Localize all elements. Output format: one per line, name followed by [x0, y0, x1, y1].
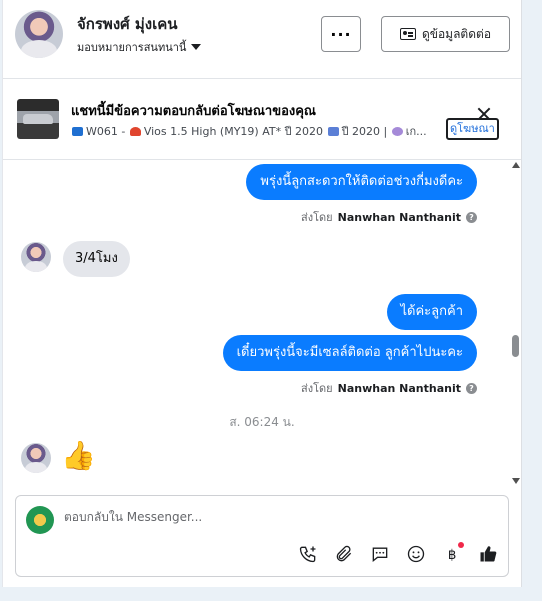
- call-add-icon[interactable]: [296, 542, 320, 566]
- view-ad-link[interactable]: ดูโฆษณา: [446, 118, 499, 140]
- outgoing-message[interactable]: เดี๋ยวพรุ่งนี้จะมีเซลล์ติดต่อ ลูกค้าไปนะ…: [222, 335, 477, 371]
- attach-icon[interactable]: [332, 542, 356, 566]
- thumbs-up-message[interactable]: 👍: [61, 439, 96, 472]
- ad-desc-model: Vios 1.5 High (MY19) AT* ปี 2020: [143, 125, 324, 138]
- notification-dot: [458, 542, 464, 548]
- more-options-button[interactable]: ···: [321, 16, 361, 52]
- gear-icon: [391, 127, 403, 136]
- page-avatar: [26, 506, 54, 534]
- emoji-icon[interactable]: [404, 542, 428, 566]
- more-label: ···: [330, 24, 352, 44]
- conversation-panel: จักรพงศ์ มุ่งเคน มอบหมายการสนทนานี้ ··· …: [2, 0, 522, 587]
- svg-text:฿: ฿: [448, 548, 456, 563]
- saved-reply-icon[interactable]: [368, 542, 392, 566]
- help-icon[interactable]: ?: [466, 211, 477, 223]
- outgoing-message[interactable]: พรุ่งนี้ลูกสะดวกให้ติดต่อช่วงกี่มงดีคะ: [246, 164, 477, 200]
- scroll-up-icon[interactable]: [512, 162, 520, 168]
- view-contact-button[interactable]: ดูข้อมูลติดต่อ: [381, 16, 510, 52]
- assign-conversation-dropdown[interactable]: มอบหมายการสนทนานี้: [77, 38, 202, 56]
- view-contact-label: ดูข้อมูลติดต่อ: [421, 26, 492, 41]
- sent-by-label: ส่งโดย Nanwhan Nanthanit ?: [301, 379, 477, 397]
- sent-by-label: ส่งโดย Nanwhan Nanthanit ?: [301, 208, 477, 226]
- caret-down-icon: [191, 44, 202, 50]
- sent-by-prefix: ส่งโดย: [301, 211, 333, 224]
- sent-by-prefix: ส่งโดย: [301, 382, 333, 395]
- message-timestamp: ส. 06:24 น.: [229, 415, 295, 429]
- conversation-header: จักรพงศ์ มุ่งเคน มอบหมายการสนทนานี้ ··· …: [3, 0, 521, 79]
- baht-payment-icon[interactable]: ฿: [440, 542, 464, 566]
- reply-composer: ฿: [15, 495, 509, 577]
- scrollbar[interactable]: [509, 162, 521, 484]
- contact-avatar-small: [21, 443, 51, 473]
- like-icon[interactable]: [476, 542, 500, 566]
- outgoing-message[interactable]: ได้ค่ะลูกค้า: [386, 294, 477, 330]
- contact-avatar[interactable]: [15, 10, 63, 58]
- message-thread: พรุ่งนี้ลูกสะดวกให้ติดต่อช่วงกี่มงดีคะ ส…: [3, 160, 521, 490]
- ad-description: W061 - Vios 1.5 High (MY19) AT* ปี 2020 …: [71, 122, 443, 140]
- help-icon[interactable]: ?: [466, 382, 477, 394]
- ad-desc-code: W061 -: [86, 125, 126, 138]
- car-icon: [129, 127, 141, 136]
- ad-banner-title: แชทนี้มีข้อความตอบกลับต่อโฆษณาของคุณ: [71, 104, 316, 119]
- sender-name: Nanwhan Nanthanit: [337, 210, 461, 224]
- scroll-down-icon[interactable]: [512, 478, 520, 484]
- incoming-message[interactable]: 3/4โมง: [63, 241, 130, 277]
- contact-avatar-small: [21, 242, 51, 272]
- ad-desc-more: เก...: [405, 125, 427, 138]
- assign-label: มอบหมายการสนทนานี้: [77, 41, 187, 54]
- ad-desc-year: ปี 2020 |: [341, 125, 388, 138]
- sender-name: Nanwhan Nanthanit: [337, 381, 461, 395]
- ad-thumbnail: [17, 99, 59, 139]
- contact-name: จักรพงศ์ มุ่งเคน: [77, 15, 178, 33]
- truck-icon: [72, 127, 83, 136]
- calendar-icon: [327, 127, 339, 136]
- reply-input[interactable]: [64, 510, 484, 524]
- contact-card-icon: [399, 28, 416, 40]
- scrollbar-thumb[interactable]: [512, 335, 519, 357]
- ad-reply-banner: แชทนี้มีข้อความตอบกลับต่อโฆษณาของคุณ W06…: [3, 79, 521, 160]
